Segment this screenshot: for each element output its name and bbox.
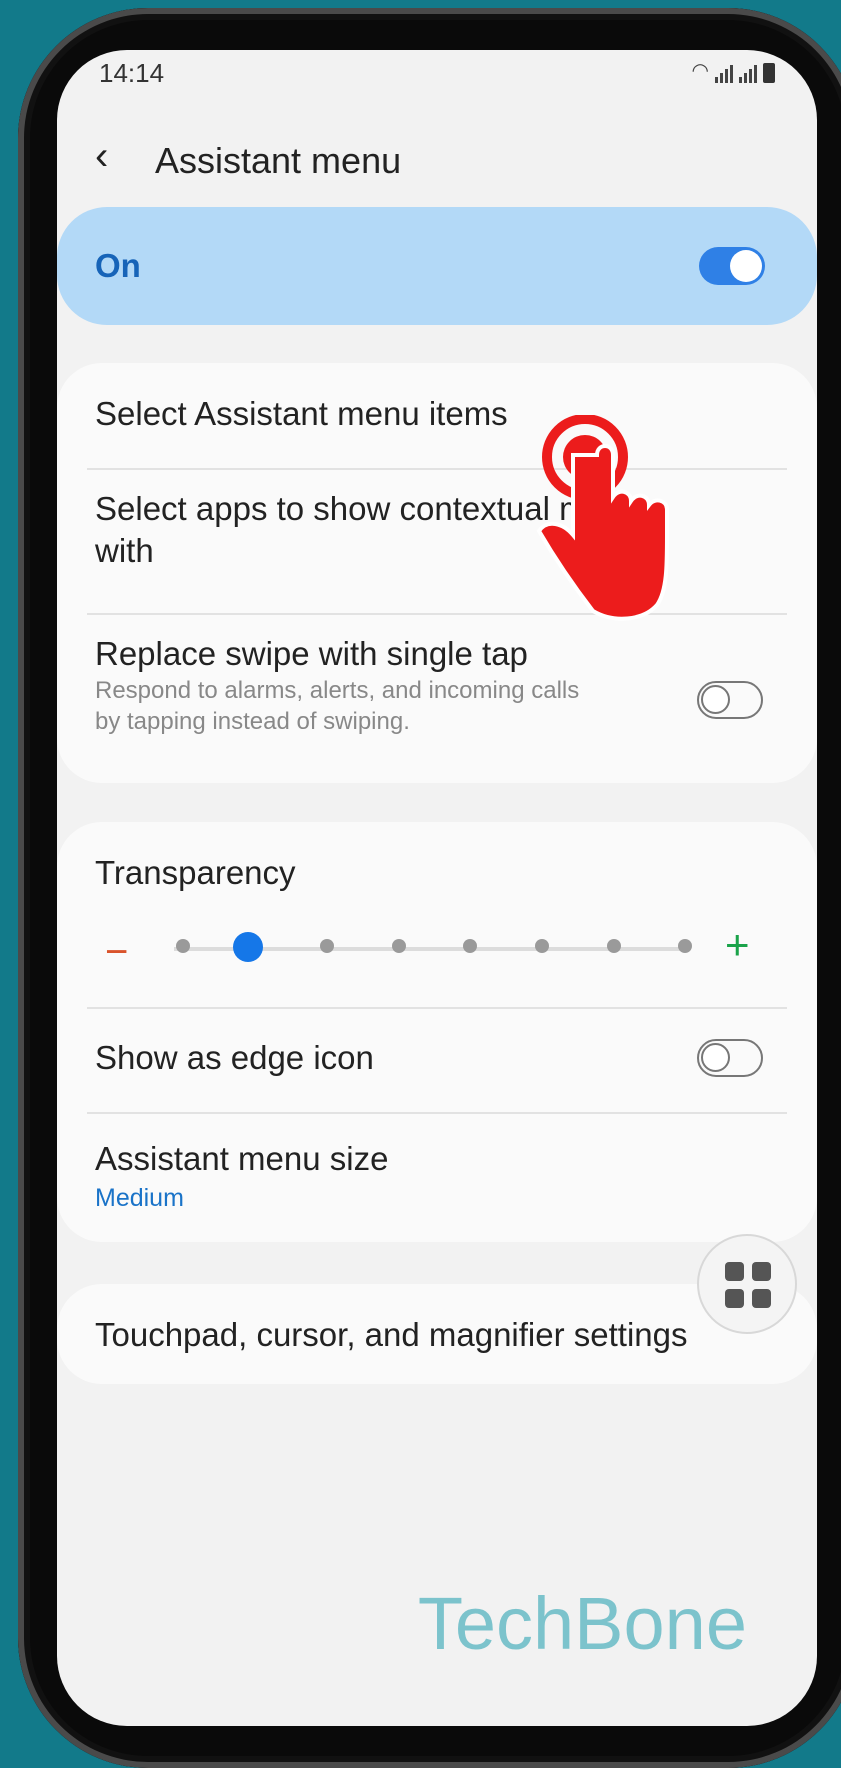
grid-icon-cell — [725, 1289, 744, 1308]
select-apps-row[interactable]: Select apps to show contextual menus wit… — [95, 488, 779, 572]
settings-group-1: Select Assistant menu items Select apps … — [57, 363, 817, 783]
wifi-icon: ◠ — [691, 60, 709, 82]
status-bar: 14:14 ◠ — [57, 50, 817, 100]
settings-group-2: Transparency − + Show as edge icon Assis… — [57, 822, 817, 1242]
tap-hand-icon — [536, 415, 669, 621]
app-header: ‹ Assistant menu — [57, 120, 817, 200]
replace-swipe-subtitle: Respond to alarms, alerts, and incoming … — [95, 677, 580, 704]
grid-icon — [725, 1262, 744, 1281]
replace-swipe-row[interactable]: Replace swipe with single tap Respond to… — [95, 633, 667, 737]
touchpad-row[interactable]: Touchpad, cursor, and magnifier settings — [95, 1314, 779, 1356]
replace-swipe-subtitle-line2: by tapping instead of swiping. — [95, 708, 410, 735]
menu-size-row[interactable]: Assistant menu size Medium — [95, 1138, 779, 1213]
slider-thumb[interactable] — [233, 932, 263, 962]
edge-icon-toggle[interactable] — [697, 1039, 763, 1077]
divider — [87, 1112, 787, 1114]
slider-step[interactable] — [176, 939, 190, 953]
signal-icon — [715, 63, 733, 83]
slider-step[interactable] — [392, 939, 406, 953]
transparency-label: Transparency — [95, 854, 296, 891]
slider-step[interactable] — [463, 939, 477, 953]
slider-step[interactable] — [320, 939, 334, 953]
master-switch-label: On — [95, 247, 141, 284]
edge-icon-row[interactable]: Show as edge icon — [95, 1037, 667, 1079]
select-menu-items-label: Select Assistant menu items — [95, 395, 508, 432]
replace-swipe-title: Replace swipe with single tap — [95, 635, 528, 672]
master-toggle[interactable] — [699, 247, 765, 285]
techbone-watermark: TechBone — [417, 1582, 747, 1665]
slider-step[interactable] — [678, 939, 692, 953]
screen: 14:14 ◠ ‹ Assistant menu On Select Assis… — [57, 50, 817, 1726]
page-title: Assistant menu — [155, 140, 402, 181]
status-time: 14:14 — [99, 58, 165, 88]
minus-icon[interactable]: − — [105, 932, 128, 972]
select-apps-label: Select apps to show contextual menus — [95, 490, 659, 527]
toggle-knob — [701, 685, 730, 714]
status-icons: ◠ — [692, 58, 775, 83]
divider — [87, 613, 787, 615]
master-switch-card[interactable]: On — [57, 207, 817, 325]
back-arrow-icon[interactable]: ‹ — [95, 136, 108, 176]
menu-size-value: Medium — [95, 1184, 184, 1212]
menu-size-label: Assistant menu size — [95, 1140, 389, 1177]
replace-swipe-toggle[interactable] — [697, 681, 763, 719]
divider — [87, 1007, 787, 1009]
signal-icon-2 — [739, 63, 757, 83]
slider-step[interactable] — [535, 939, 549, 953]
divider — [87, 468, 787, 470]
select-apps-label-line2: with — [95, 532, 154, 569]
toggle-knob — [701, 1043, 730, 1072]
plus-icon[interactable]: + — [725, 924, 750, 966]
toggle-knob — [730, 250, 762, 282]
grid-icon-cell — [752, 1262, 771, 1281]
battery-icon — [763, 63, 775, 83]
edge-icon-label: Show as edge icon — [95, 1039, 374, 1076]
slider-step[interactable] — [607, 939, 621, 953]
transparency-row: Transparency — [95, 852, 779, 894]
grid-icon-cell — [752, 1289, 771, 1308]
touchpad-label: Touchpad, cursor, and magnifier settings — [95, 1316, 688, 1353]
select-menu-items-row[interactable]: Select Assistant menu items — [95, 393, 779, 435]
assistant-menu-button[interactable] — [697, 1234, 797, 1334]
